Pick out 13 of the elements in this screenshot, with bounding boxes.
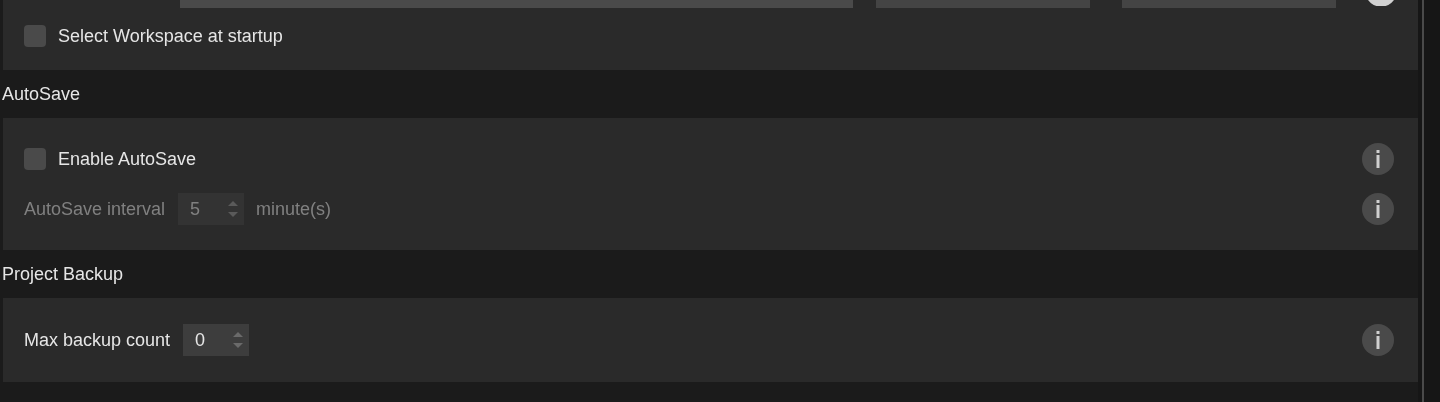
field-label: AutoSave interval — [24, 198, 166, 220]
section-title: Project Backup — [2, 263, 124, 285]
checkbox[interactable] — [24, 25, 46, 47]
checkbox[interactable] — [24, 148, 46, 170]
unit-label: minute(s) — [256, 198, 332, 220]
dropdown[interactable] — [1122, 0, 1336, 8]
field-label: Max backup count — [24, 329, 171, 351]
checkbox-label: Enable AutoSave — [58, 148, 197, 170]
section-title: AutoSave — [2, 83, 81, 105]
dropdown[interactable] — [876, 0, 1090, 8]
number-field[interactable]: 0 — [183, 324, 250, 356]
checkbox-label: Select Workspace at startup — [58, 25, 283, 47]
text-field[interactable] — [180, 0, 853, 8]
